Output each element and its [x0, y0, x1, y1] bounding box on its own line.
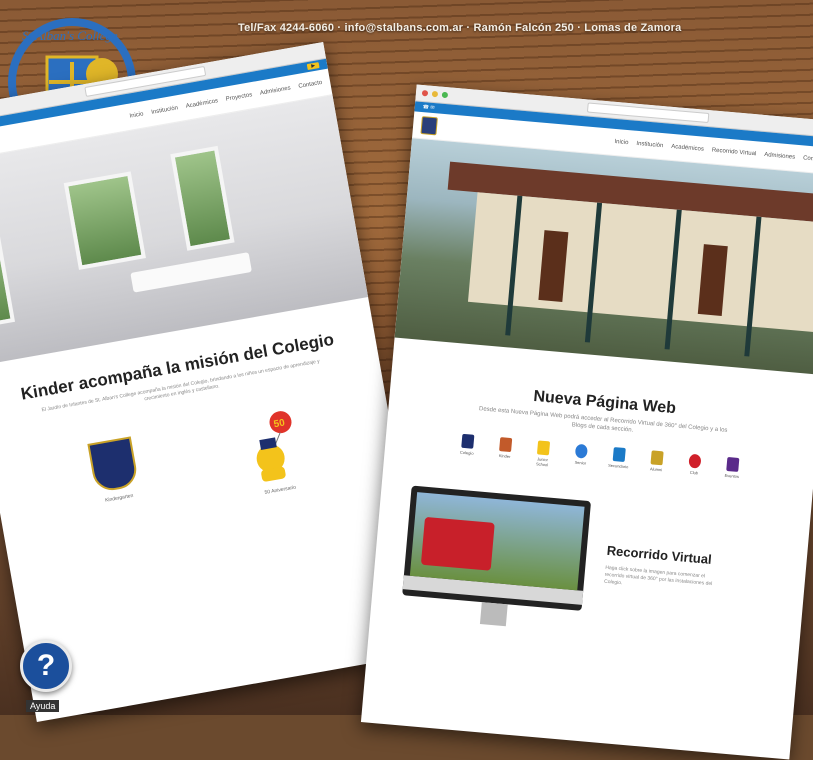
virtual-tour-title: Recorrido Virtual [606, 542, 713, 567]
section-icons: Colegio Kinder Junior School Senior Secu… [384, 427, 813, 490]
kindergarten-shield-icon [87, 436, 140, 494]
nav-item: Recorrido Virtual [711, 147, 757, 158]
card-caption: Kindergarten [104, 492, 134, 504]
nav-item: Comunidad [802, 155, 813, 165]
crest-text: St Alban's College [22, 28, 118, 43]
lion-mascot-icon: 50 [256, 411, 292, 482]
nav-item: Inicio [614, 138, 629, 147]
anniversary-card: 50 50 Aniversario [212, 403, 335, 503]
balloon-number: 50 [273, 417, 286, 430]
window [63, 171, 146, 270]
imac-stand [479, 602, 508, 627]
nav-item: Inicio [129, 111, 145, 120]
help-label: Ayuda [26, 700, 60, 712]
contact-info: Tel/Fax 4244-6060 · info@stalbans.com.ar… [238, 22, 682, 34]
nav-item: Admisiones [763, 152, 796, 161]
nav-item: Admisiones [259, 85, 292, 97]
section-icon-junior: Junior School [530, 440, 556, 468]
window [170, 145, 235, 251]
section-icon-club: Club [681, 453, 707, 481]
window [0, 225, 16, 331]
nav-item: Proyectos [225, 92, 253, 103]
minimize-dot-icon [431, 90, 439, 98]
maximize-dot-icon [441, 91, 449, 99]
section-icon-eventos: Eventos [719, 456, 745, 484]
section-icon-senior: Senior [568, 443, 594, 471]
section-icon-secundario: Secundario [606, 447, 632, 475]
section-icon-kinder: Kinder [492, 437, 518, 465]
virtual-tour-imac [402, 485, 592, 611]
site-logo [420, 116, 438, 136]
nav-item: Académicos [185, 98, 219, 110]
card-caption: 50 Aniversario [264, 484, 297, 496]
new-website-page-screenshot: ☎ ✉ ▶ Inicio Institución Académicos Reco… [360, 84, 813, 760]
school-building-hero-image [394, 138, 813, 375]
login-button: ▶ [306, 62, 320, 71]
help-question-icon: ? [36, 649, 56, 682]
section-icon-colegio: Colegio [454, 433, 480, 461]
nav-item: Institución [150, 105, 179, 116]
kindergarten-card: Kindergarten [55, 431, 178, 531]
red-bus [420, 516, 495, 571]
close-dot-icon [421, 89, 429, 97]
phone-icon: ☎ ✉ [422, 104, 435, 112]
classroom-table [130, 252, 252, 293]
virtual-tour-preview [409, 492, 585, 591]
nav-item: Contacto [298, 79, 323, 90]
section-icon-alumni: Alumni [643, 450, 669, 478]
nav-item: Institución [636, 140, 664, 150]
nav-item: Académicos [671, 143, 705, 153]
virtual-tour-text: Haga click sobre la imagen para comenzar… [603, 564, 713, 588]
help-button[interactable]: ? [20, 640, 72, 692]
